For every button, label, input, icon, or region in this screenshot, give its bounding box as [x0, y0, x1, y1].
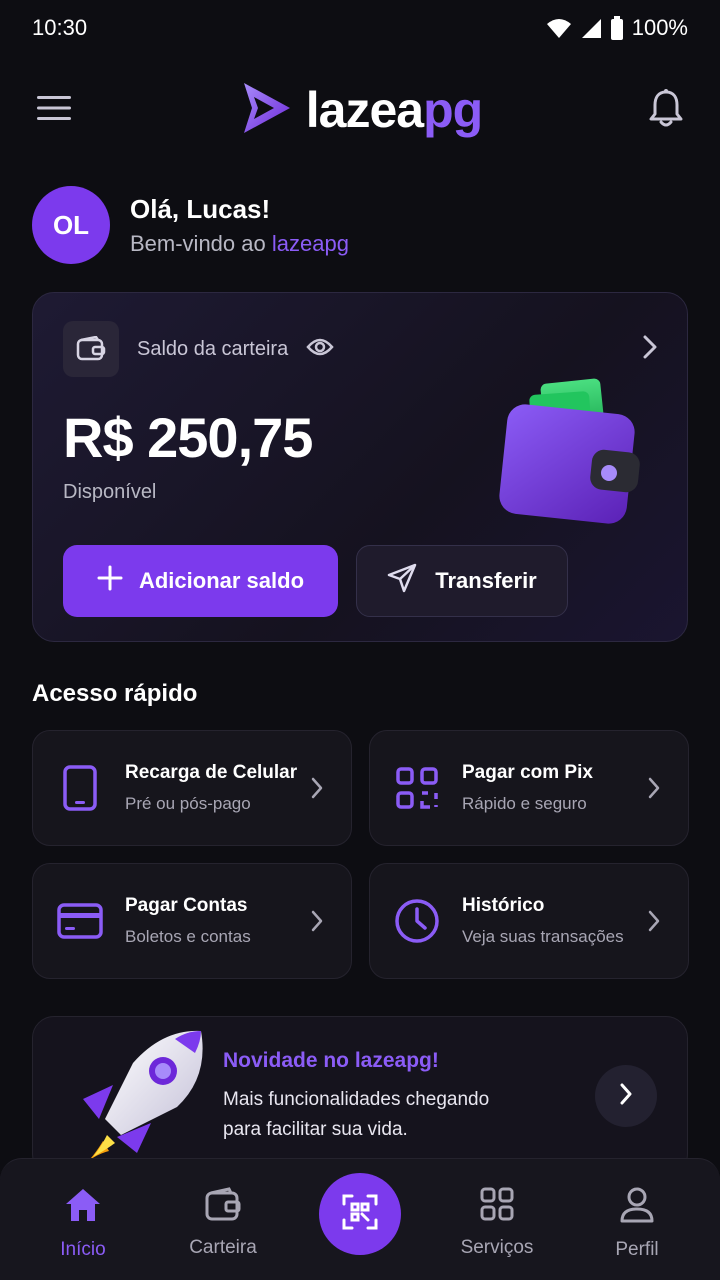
transfer-label: Transferir — [435, 568, 537, 593]
tile-subtitle: Veja suas transações — [462, 927, 624, 946]
app-header: lazeapg — [0, 70, 720, 150]
wallet-balance: R$ 250,75 — [63, 406, 313, 469]
credit-card-icon — [55, 896, 105, 946]
grid-icon — [480, 1187, 514, 1227]
chevron-right-icon[interactable] — [643, 335, 657, 364]
scan-button[interactable] — [319, 1173, 401, 1255]
chevron-right-icon — [305, 777, 329, 799]
chevron-right-icon — [305, 910, 329, 932]
wallet-label: Saldo da carteira — [137, 337, 289, 360]
quick-access-history[interactable]: Histórico Veja suas transações — [369, 863, 689, 979]
add-balance-label: Adicionar saldo — [138, 568, 305, 593]
quick-access-title: Acesso rápido — [32, 680, 198, 707]
notifications-button[interactable] — [644, 88, 688, 132]
wallet-card[interactable]: Saldo da carteira R$ 250,75 Disponível A… — [32, 292, 688, 642]
wallet-status: Disponível — [63, 481, 157, 503]
promo-text: Mais funcionalidades chegando para facil… — [223, 1089, 490, 1140]
status-bar: 10:30 100% — [0, 0, 720, 56]
home-icon — [64, 1187, 102, 1229]
plus-icon — [97, 565, 123, 597]
brand-logo: lazeapg — [238, 79, 483, 142]
chevron-right-icon — [642, 910, 666, 932]
greeting-subtitle: Bem-vindo ao lazeapg — [130, 230, 349, 256]
promo-banner[interactable]: Novidade no lazeapg! Mais funcionalidade… — [32, 1016, 688, 1176]
battery-level: 100% — [631, 15, 688, 40]
wallet-header: Saldo da carteira — [63, 321, 334, 377]
greeting-text: Olá, Lucas! Bem-vindo ao lazeapg — [130, 194, 349, 257]
quick-access-mobile-recharge[interactable]: Recarga de Celular Pré ou pós-pago — [32, 730, 352, 846]
tile-title: Recarga de Celular — [125, 762, 298, 783]
tile-subtitle: Rápido e seguro — [462, 794, 587, 813]
transfer-button[interactable]: Transferir — [356, 545, 568, 617]
qr-code-icon — [392, 763, 442, 813]
wallet-icon — [205, 1187, 241, 1227]
nav-item-perfil[interactable]: Perfil — [577, 1187, 697, 1261]
nav-label: Início — [60, 1239, 106, 1260]
wifi-icon — [546, 17, 572, 39]
rocket-icon — [63, 1023, 213, 1175]
bottom-nav: Início Carteira Serviços Perfil — [0, 1158, 720, 1280]
greeting-title: Olá, Lucas! — [130, 193, 271, 224]
tile-title: Pagar Contas — [125, 895, 248, 916]
tile-subtitle: Boletos e contas — [125, 927, 251, 946]
tile-subtitle: Pré ou pós-pago — [125, 794, 251, 813]
eye-icon[interactable] — [306, 337, 334, 362]
nav-item-carteira[interactable]: Carteira — [163, 1187, 283, 1259]
quick-access-pay-bills[interactable]: Pagar Contas Boletos e contas — [32, 863, 352, 979]
bell-icon — [648, 88, 684, 133]
greeting: OL Olá, Lucas! Bem-vindo ao lazeapg — [32, 186, 349, 264]
signal-icon — [580, 17, 602, 39]
scan-icon — [342, 1194, 378, 1235]
chevron-right-icon — [619, 1083, 633, 1110]
wallet-icon — [63, 321, 119, 377]
hamburger-icon — [37, 95, 71, 126]
nav-label: Serviços — [460, 1237, 534, 1258]
tile-title: Histórico — [462, 895, 545, 916]
nav-label: Perfil — [615, 1239, 659, 1260]
nav-item-inicio[interactable]: Início — [23, 1187, 143, 1261]
phone-icon — [55, 763, 105, 813]
user-icon — [620, 1187, 654, 1229]
nav-item-servicos[interactable]: Serviços — [437, 1187, 557, 1259]
quick-access-pix[interactable]: Pagar com Pix Rápido e seguro — [369, 730, 689, 846]
tile-title: Pagar com Pix — [462, 762, 593, 783]
menu-button[interactable] — [32, 88, 76, 132]
play-logo-icon — [238, 79, 294, 142]
promo-open-button[interactable] — [595, 1065, 657, 1127]
brand-name: lazeapg — [305, 82, 483, 138]
add-balance-button[interactable]: Adicionar saldo — [63, 545, 338, 617]
status-time: 10:30 — [32, 15, 88, 40]
send-icon — [387, 563, 417, 599]
avatar[interactable]: OL — [32, 186, 110, 264]
chevron-right-icon — [642, 777, 666, 799]
clock-icon — [392, 896, 442, 946]
promo-title: Novidade no lazeapg! — [223, 1049, 439, 1072]
nav-label: Carteira — [189, 1237, 257, 1258]
wallet-illustration-icon — [491, 373, 651, 538]
battery-icon — [610, 16, 624, 40]
status-icons: 100% — [546, 15, 688, 41]
